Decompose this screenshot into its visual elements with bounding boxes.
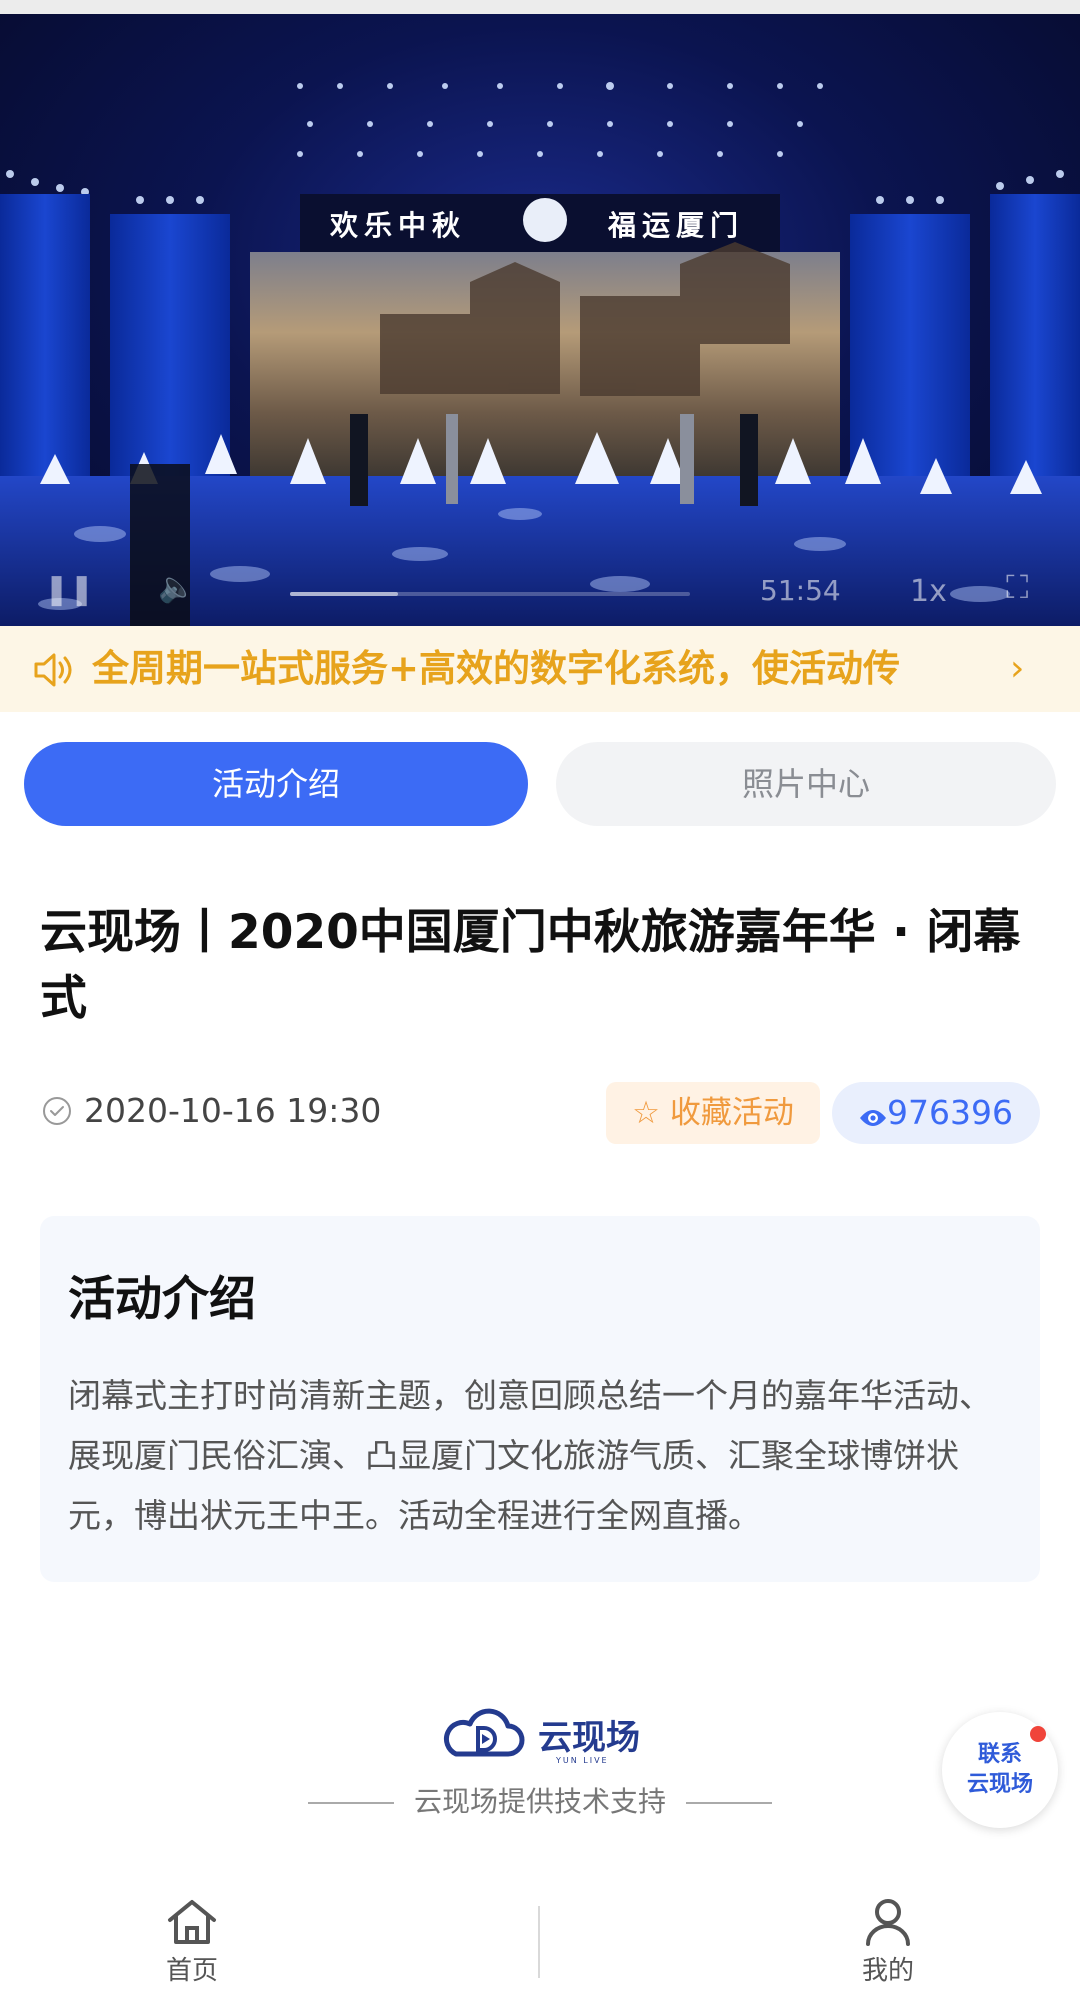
video-time: 51:54 [760, 574, 841, 607]
intro-card: 活动介绍 闭幕式主打时尚清新主题，创意回顾总结一个月的嘉年华活动、展现厦门民俗汇… [40, 1216, 1040, 1582]
nav-divider [538, 1906, 540, 1978]
fullscreen-icon[interactable]: ⛶ [1006, 568, 1028, 607]
cloud-logo-icon [443, 1708, 525, 1757]
tech-support: 云现场提供技术支持 [308, 1780, 772, 1824]
event-datetime: 2020-10-16 19:30 [84, 1091, 382, 1130]
pause-icon[interactable]: ❚❚ [44, 572, 94, 607]
brand-logo: 云现场 YUN LIVE [438, 1706, 658, 1768]
event-title: 云现场丨2020中国厦门中秋旅游嘉年华 · 闭幕式 [40, 905, 1021, 1026]
nav-mine[interactable]: 我的 [828, 1898, 948, 1987]
tab-activity-intro[interactable]: 活动介绍 [24, 742, 528, 826]
banner-right-text: 福运厦门 [608, 209, 745, 242]
contact-line-1: 联系 [977, 1742, 1022, 1767]
divider-right [686, 1802, 772, 1804]
volume-icon[interactable]: 🔈 [158, 570, 195, 605]
contact-line-2: 云现场 [966, 1772, 1033, 1797]
view-count-badge: 976396 [832, 1082, 1040, 1144]
divider-left [308, 1802, 394, 1804]
progress-bar[interactable] [290, 592, 690, 596]
brand-subtitle: YUN LIVE [556, 1756, 609, 1765]
favorite-label: 收藏活动 [669, 1095, 794, 1131]
chevron-right-icon[interactable]: › [1010, 648, 1024, 689]
nav-home[interactable]: 首页 [132, 1898, 252, 1987]
speaker-icon [34, 653, 72, 687]
stage-scene [0, 82, 1080, 626]
home-icon [168, 1900, 216, 1944]
intro-body: 闭幕式主打时尚清新主题，创意回顾总结一个月的嘉年华活动、展现厦门民俗汇演、凸显厦… [68, 1376, 992, 1535]
nav-home-label: 首页 [165, 1956, 218, 1986]
user-icon [866, 1899, 910, 1946]
status-strip [0, 0, 1080, 14]
tab-photo-center[interactable]: 照片中心 [556, 742, 1056, 826]
tech-support-text: 云现场提供技术支持 [413, 1785, 666, 1818]
favorite-button[interactable]: ☆ 收藏活动 [606, 1082, 820, 1144]
star-icon: ☆ [632, 1095, 660, 1131]
notice-text: 全周期一站式服务+高效的数字化系统，使活动传 [92, 647, 901, 690]
progress-fill [290, 592, 398, 596]
notice-bar[interactable]: 全周期一站式服务+高效的数字化系统，使活动传 › [0, 626, 1080, 712]
banner-left-text: 欢乐中秋 [330, 209, 467, 242]
check-circle-icon [43, 1097, 71, 1125]
video-controls: ❚❚ 🔈 51:54 1x ⛶ [0, 554, 1080, 626]
nav-mine-label: 我的 [861, 1956, 914, 1986]
view-count: 976396 [887, 1093, 1013, 1132]
video-player[interactable]: 欢乐中秋 福运厦门 ❚❚ 🔈 51:54 1x ⛶ [0, 14, 1080, 626]
playback-speed[interactable]: 1x [910, 574, 947, 609]
contact-button[interactable]: 联系 云现场 [942, 1712, 1058, 1828]
intro-heading: 活动介绍 [68, 1272, 256, 1327]
brand-name: 云现场 [538, 1718, 640, 1758]
eye-icon [860, 1110, 886, 1126]
notification-dot [1030, 1726, 1046, 1742]
